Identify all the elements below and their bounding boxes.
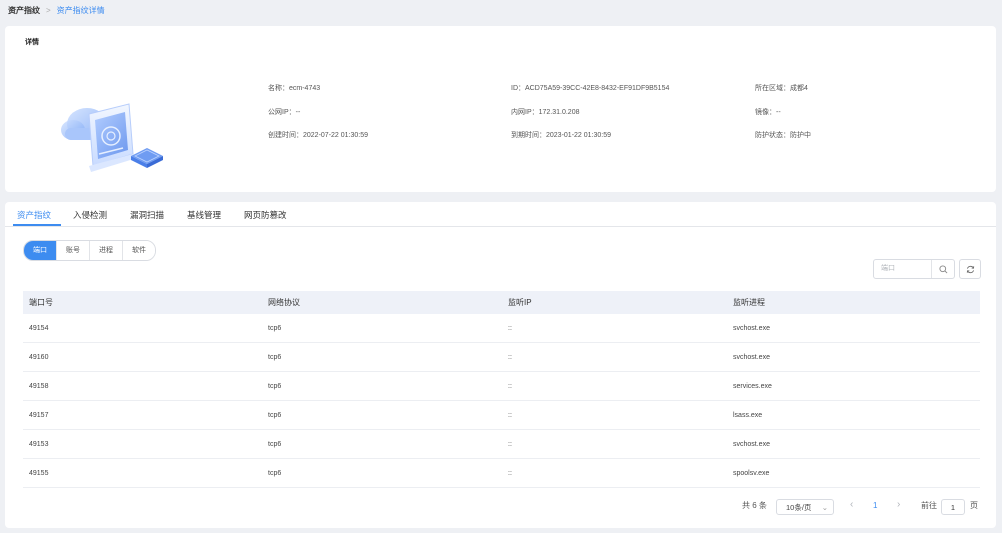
search-box: [873, 259, 955, 279]
goto-page-input[interactable]: 1: [941, 499, 965, 515]
detail-card: 详情 名称：ecm-4743 ID：ACD75A59-39CC-42E8-843…: [5, 26, 996, 192]
table-row: 49153 tcp6 :: svchost.exe: [23, 429, 980, 459]
cell-protocol: tcp6: [262, 458, 502, 488]
tab-web-tamper-protection[interactable]: 网页防篡改: [244, 209, 287, 221]
refresh-icon: [966, 265, 974, 273]
cell-listen-process: svchost.exe: [727, 314, 980, 343]
tab-intrusion-detection[interactable]: 入侵检测: [73, 209, 107, 221]
cell-port: 49155: [23, 458, 262, 488]
cell-protocol: tcp6: [262, 314, 502, 343]
main-card: 资产指纹 入侵检测 漏洞扫描 基线管理 网页防篡改 端口 账号 进程 软件 端口…: [5, 202, 996, 528]
page-size-value: 10条/页: [786, 503, 812, 512]
info-private-ip: 内网IP：172.31.0.208: [511, 109, 580, 116]
column-header-listen-ip: 监听IP: [502, 291, 727, 314]
tab-bar: 资产指纹 入侵检测 漏洞扫描 基线管理 网页防篡改: [5, 202, 996, 227]
cell-protocol: tcp6: [262, 429, 502, 459]
detail-title: 详情: [25, 39, 39, 46]
subtab-account[interactable]: 账号: [57, 241, 90, 260]
info-region: 所在区域：成都4: [755, 85, 808, 92]
page-size-select[interactable]: 10条/页 ⌄: [776, 499, 834, 515]
cell-listen-ip: ::: [502, 458, 727, 488]
column-header-listen-process: 监听进程: [727, 291, 980, 314]
info-protection-status: 防护状态：防护中: [755, 132, 811, 139]
breadcrumb: 资产指纹 > 资产指纹详情: [8, 5, 105, 16]
cell-listen-process: lsass.exe: [727, 400, 980, 430]
pagination-total: 共 6 条: [742, 501, 767, 510]
prev-page-button[interactable]: ‹: [850, 499, 853, 510]
cell-port: 49153: [23, 429, 262, 459]
subtab-process[interactable]: 进程: [90, 241, 123, 260]
cell-protocol: tcp6: [262, 371, 502, 401]
info-image: 镜像：--: [755, 109, 781, 116]
breadcrumb-current: 资产指纹详情: [56, 6, 105, 15]
cell-port: 49157: [23, 400, 262, 430]
table-row: 49155 tcp6 :: spoolsv.exe: [23, 458, 980, 488]
info-name: 名称：ecm-4743: [268, 85, 321, 92]
info-created-time: 创建时间：2022-07-22 01:30:59: [268, 132, 368, 139]
info-expire-time: 到期时间：2023-01-22 01:30:59: [511, 132, 611, 139]
chevron-down-icon: ⌄: [821, 503, 828, 512]
table-header-row: 端口号 网络协议 监听IP 监听进程: [23, 291, 980, 314]
port-table: 端口号 网络协议 监听IP 监听进程 49154 tcp6 :: svchost…: [23, 291, 980, 488]
table-row: 49154 tcp6 :: svchost.exe: [23, 314, 980, 343]
cell-protocol: tcp6: [262, 400, 502, 430]
page-suffix-label: 页: [970, 501, 978, 510]
cell-listen-ip: ::: [502, 371, 727, 401]
cell-port: 49160: [23, 342, 262, 372]
table-row: 49158 tcp6 :: services.exe: [23, 371, 980, 401]
cloud-server-illustration: [61, 103, 163, 172]
cell-port: 49154: [23, 314, 262, 343]
subtab-port[interactable]: 端口: [24, 241, 57, 260]
info-id: ID：ACD75A59-39CC-42E8-8432-EF91DF9B5154: [511, 85, 670, 92]
search-input[interactable]: [874, 260, 937, 276]
cell-protocol: tcp6: [262, 342, 502, 372]
page-number-current[interactable]: 1: [873, 501, 877, 510]
cell-listen-ip: ::: [502, 342, 727, 372]
tab-baseline-management[interactable]: 基线管理: [187, 209, 221, 221]
next-page-button[interactable]: ›: [897, 499, 900, 510]
table-row: 49157 tcp6 :: lsass.exe: [23, 400, 980, 430]
search-button[interactable]: [931, 260, 954, 278]
cell-listen-ip: ::: [502, 429, 727, 459]
cell-listen-ip: ::: [502, 314, 727, 343]
cell-listen-process: spoolsv.exe: [727, 458, 980, 488]
breadcrumb-root-link[interactable]: 资产指纹: [8, 5, 40, 16]
search-icon: [938, 264, 947, 273]
column-header-protocol: 网络协议: [262, 291, 502, 314]
table-row: 49160 tcp6 :: svchost.exe: [23, 342, 980, 372]
cell-listen-process: svchost.exe: [727, 342, 980, 372]
tab-vulnerability-scan[interactable]: 漏洞扫描: [130, 209, 164, 221]
cell-listen-process: services.exe: [727, 371, 980, 401]
tab-asset-fingerprint[interactable]: 资产指纹: [17, 209, 51, 221]
cell-listen-process: svchost.exe: [727, 429, 980, 459]
breadcrumb-separator: >: [46, 6, 51, 15]
goto-label: 前往: [921, 501, 937, 510]
sub-tab-group: 端口 账号 进程 软件: [23, 240, 156, 261]
cell-port: 49158: [23, 371, 262, 401]
cell-listen-ip: ::: [502, 400, 727, 430]
subtab-software[interactable]: 软件: [123, 241, 155, 260]
refresh-button[interactable]: [959, 259, 981, 279]
column-header-port: 端口号: [23, 291, 262, 314]
info-public-ip: 公网IP：--: [268, 109, 301, 116]
active-tab-indicator: [13, 224, 61, 226]
